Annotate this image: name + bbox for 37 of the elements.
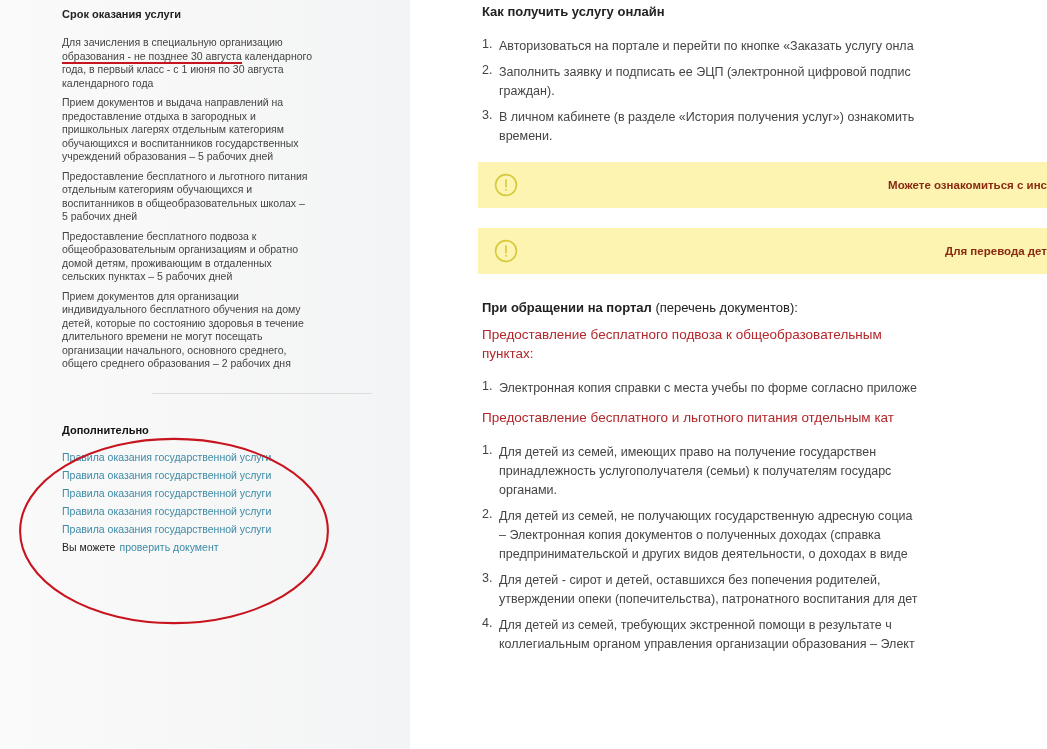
document-item-text: Для детей из семей, имеющих право на получение государствен принадлежность услугополучателя (семьи) к получателям государс органами.: [499, 444, 892, 499]
rules-link[interactable]: Правила оказания государственной услуги: [62, 465, 352, 484]
section-heading: Как получить услугу онлайн: [482, 4, 666, 19]
item-number: 4.: [482, 616, 494, 632]
term-text: Предоставление бесплатного подвоза к общеобразовательным организациям и обратно домой детям, проживающим в отдаленных сельских пунктах – 5 рабочих дней: [62, 229, 300, 284]
term-text: Для зачисления в специальную организацию образования - не позднее 30 августа календарного года, в первый класс - с 1 июня по 30 августа календарного года: [62, 36, 312, 90]
check-prefix: Вы можете: [62, 539, 116, 555]
step-number: 2.: [482, 63, 494, 79]
document-item-text: Для детей - сирот и детей, оставшихся без попечения родителей, утверждении опеки (попечительства), патронатного воспитания для дет: [499, 572, 918, 608]
step-text: Заполнить заявку и подписать ее ЭЦП (электронной цифровой подпис граждан).: [499, 64, 911, 100]
notice-text: Для перевода дет: [944, 245, 1047, 257]
document-item-text: Для детей из семей, не получающих государственную адресную социа – Электронная копия документов о полученных доходах (справка предпринимательской и других видов деятельности, о доходах в виде: [499, 508, 913, 563]
step-text: В личном кабинете (в разделе «История получения услуг») ознакомить времени.: [499, 109, 915, 145]
term-text: Прием документов и выдача направлений на предоставление отдыха в загородных и пришкольных лагерях отдельным категориям обучающихся и воспитанников государственных учреждений образования – 5 рабочих дней: [62, 96, 300, 164]
section-subtitle: Предоставление бесплатного подвоза к общеобразовательным пунктах:: [482, 326, 883, 363]
document-item-text: Для детей из семей, требующих экстренной помощи в результате ч коллегиальным органом управления организации образования – Элект: [499, 617, 915, 653]
section-title: Дополнительно: [62, 423, 150, 436]
step-number: 3.: [482, 108, 494, 124]
portal-note: При обращении на портал (перечень документов):: [482, 300, 799, 315]
term-text: Предоставление бесплатного и льготного питания отдельным категориям обучающихся и воспитанников в общеобразовательных школах – 5 рабочих дней: [62, 169, 309, 224]
item-number: 2.: [482, 507, 494, 523]
notice-text: Можете ознакомиться с инс: [888, 179, 1047, 191]
item-number: 3.: [482, 571, 494, 587]
section-subtitle: Предоставление бесплатного и льготного питания отдельным кат: [482, 409, 895, 427]
step-number: 1.: [482, 37, 494, 53]
step-text: Авторизоваться на портале и перейти по кнопке «Заказать услугу онла: [499, 38, 914, 55]
section-title: Срок оказания услуги: [62, 8, 182, 20]
rules-link[interactable]: Правила оказания государственной услуги: [62, 519, 352, 538]
term-text: Прием документов для организации индивидуального бесплатного обучения на дому детей, которые по состоянию здоровья в течение длительного времени не могут посещать организации начального, основного среднего, общего среднего образования – 2 рабочих дня: [62, 289, 305, 371]
document-item-text: Электронная копия справки с места учебы по форме согласно приложе: [499, 380, 917, 397]
item-number: 1.: [482, 443, 494, 459]
rules-link[interactable]: Правила оказания государственной услуги: [62, 501, 352, 520]
rules-link[interactable]: Правила оказания государственной услуги: [62, 483, 352, 502]
item-number: 1.: [482, 379, 494, 395]
info-icon: [494, 239, 518, 263]
info-icon: [494, 173, 518, 197]
check-document-link[interactable]: проверить документ: [119, 537, 219, 556]
